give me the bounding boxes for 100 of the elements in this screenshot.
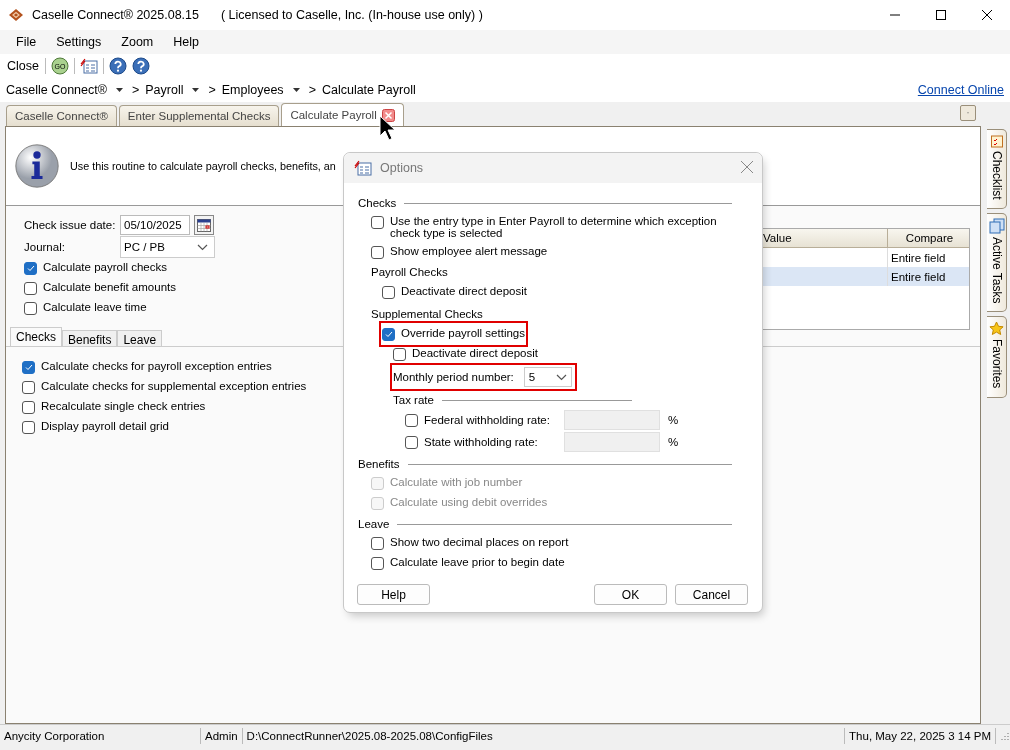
dialog-button[interactable]: OK [594,584,667,605]
checkbox[interactable] [405,413,418,427]
license-text: ( Licensed to Caselle, Inc. (In-house use only) ) [220,8,483,22]
star-icon [989,321,1004,337]
checkbox-label: Calculate leave prior to begin date [390,556,565,568]
document-tab[interactable]: Caselle Connect® [6,105,117,126]
windows-icon [988,217,1005,234]
journal-dropdown[interactable]: PC / PB [120,236,215,258]
dialog-button[interactable]: Help [357,584,430,605]
connect-online-link[interactable]: Connect Online [917,83,1004,97]
grid-row[interactable]: Entire field [761,267,969,286]
close-tab-icon[interactable] [381,108,395,122]
breadcrumb-item[interactable]: Calculate Payroll [321,83,416,97]
menu-item[interactable]: File [10,35,43,49]
checkbox-label: Calculate payroll checks [43,261,167,273]
dialog-button[interactable]: Cancel [675,584,748,605]
menu-item[interactable]: Help [167,35,205,49]
checkbox[interactable] [371,537,384,550]
checkbox-label: Federal withholding rate: [424,414,551,426]
checkbox[interactable] [22,381,35,394]
menu-item[interactable]: Settings [50,35,108,49]
options-icon[interactable] [79,58,98,74]
group-heading: Payroll Checks [371,266,448,278]
options-icon [354,160,372,176]
period-dropdown[interactable]: 5 [523,367,572,387]
checkbox[interactable] [24,262,37,275]
checkbox[interactable] [22,421,35,434]
rate-field[interactable] [564,432,660,452]
app-logo-icon [8,8,24,22]
document-tab[interactable]: Enter Supplemental Checks [118,105,280,126]
checkbox-label: Calculate checks for supplemental exception entries [41,380,307,392]
checkbox-label: Display payroll detail grid [41,420,169,432]
group-heading: Supplemental Checks [371,308,483,320]
menu-item[interactable]: Zoom [115,35,160,49]
section-heading: Benefits [358,458,400,470]
document-tab[interactable]: Calculate Payroll [281,103,404,126]
date-field[interactable]: 05/10/2025 [120,215,190,235]
side-tab[interactable]: Favorites [987,316,1007,398]
checkbox-label: Calculate with job number [390,476,523,488]
checkbox-label: Override payroll settings [401,327,525,339]
breadcrumb-item[interactable]: Employees [221,83,284,97]
checkbox-label: Deactivate direct deposit [401,285,527,297]
checkbox-label: Show two decimal places on report [390,536,569,548]
unit-label: % [668,436,679,448]
checkbox[interactable] [371,557,384,570]
rate-field[interactable] [564,410,660,430]
status-company: Anycity Corporation [0,728,201,744]
checkbox[interactable] [382,328,395,341]
breadcrumb-separator: > [208,83,216,97]
side-tab[interactable]: Checklist [987,129,1007,209]
checkbox-label: Use the entry type in Enter Payroll to determine which exception check type is selected [390,215,718,239]
breadcrumb-item[interactable]: Caselle Connect® [6,83,107,97]
checkbox[interactable] [22,401,35,414]
checkbox-label: Show employee alert message [390,245,548,257]
checkbox-label: Calculate benefit amounts [43,281,176,293]
section-heading: Tax rate [393,394,434,406]
checkbox-label: Recalculate single check entries [41,400,206,412]
checkbox-label: Calculate using debit overrides [390,496,548,508]
field-label: Journal: [24,241,66,253]
help-icon[interactable] [131,57,150,75]
tab-menu-button[interactable] [960,105,976,121]
checkbox[interactable] [393,348,406,361]
status-path: D:\ConnectRunner\2025.08-2025.08\ConfigFiles [242,728,846,744]
column-header[interactable]: Value [761,229,887,247]
section-heading: Checks [358,197,397,209]
checkbox-label: Calculate leave time [43,301,147,313]
checkbox[interactable] [405,435,418,449]
field-label: Monthly period number: [393,371,514,383]
table-cell: Entire field [887,267,969,286]
side-tab[interactable]: Active Tasks [987,212,1007,313]
clipboard-icon [989,134,1004,148]
calendar-button[interactable] [194,215,214,235]
info-icon [14,143,60,189]
tab[interactable]: Benefits [62,330,118,346]
breadcrumb-separator: > [308,83,316,97]
column-header[interactable]: Compare [887,229,969,247]
checkmark-icon [26,265,35,272]
status-user: Admin [201,728,243,744]
checkbox[interactable] [22,361,35,374]
breadcrumb-item[interactable]: Payroll [145,83,184,97]
dialog-title: Options [380,161,424,175]
window-title: Caselle Connect® 2025.08.15 [32,8,199,22]
checkbox[interactable] [24,302,37,315]
chevron-icon [555,373,567,381]
checkbox-label: State withholding rate: [424,436,539,448]
tab[interactable]: Checks [10,327,62,346]
checkmark-icon [24,364,33,371]
help-icon[interactable] [108,57,127,75]
info-text: Use this routine to calculate payroll checks, benefits, an [70,160,336,172]
checkbox-label: Deactivate direct deposit [412,347,538,359]
field-label: Check issue date: [24,219,117,231]
checkbox[interactable] [24,282,37,295]
tab[interactable]: Leave [117,330,163,346]
checkbox[interactable] [371,246,384,259]
checkbox-label: Calculate checks for payroll exception entries [41,360,272,372]
checkbox[interactable] [371,216,384,229]
chevron-icon [197,243,208,251]
close-button[interactable]: Close [6,59,40,73]
unit-label: % [668,414,679,426]
checkbox[interactable] [382,286,395,299]
